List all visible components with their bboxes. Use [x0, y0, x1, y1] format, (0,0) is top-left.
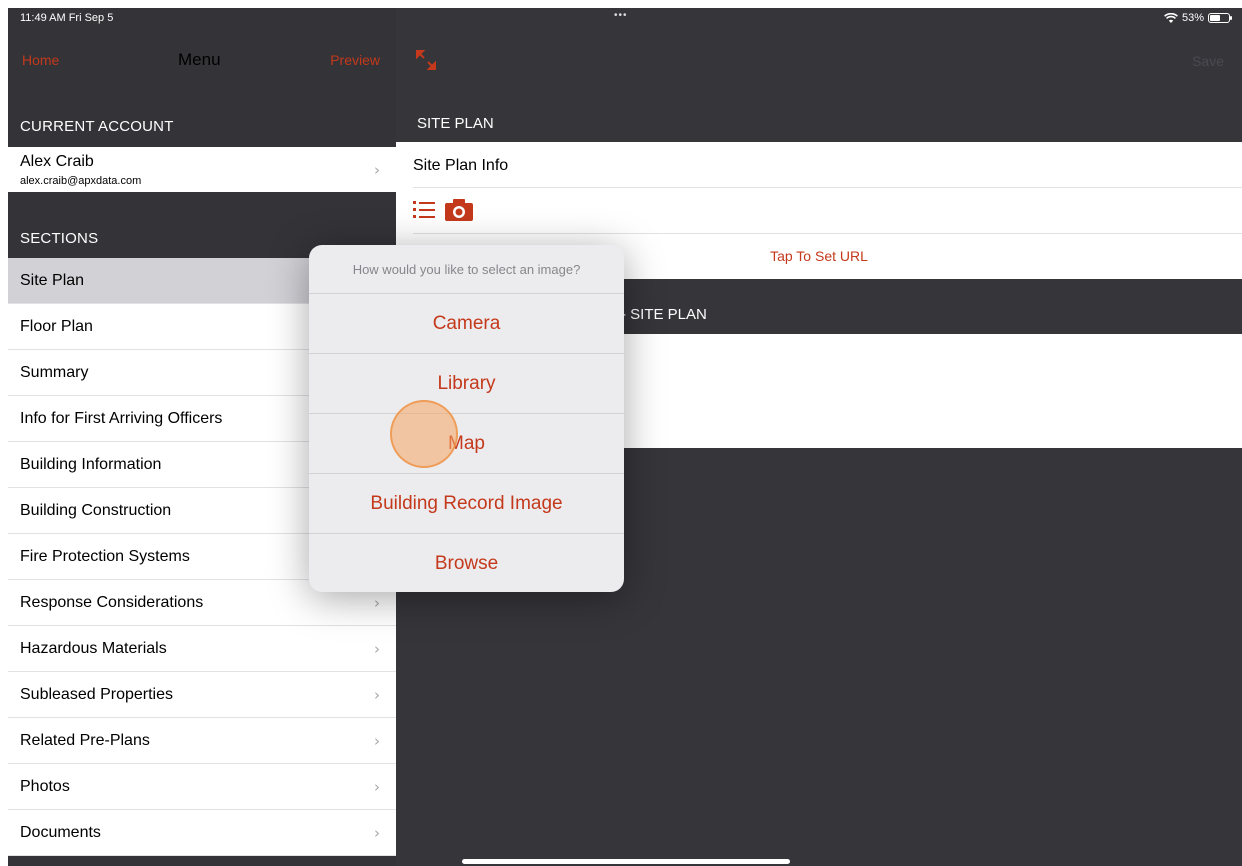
map-option[interactable]: Map	[309, 414, 624, 474]
section-item-label: Hazardous Materials	[20, 640, 167, 657]
touch-indicator	[390, 400, 458, 468]
section-item-label: Building Construction	[20, 502, 172, 519]
expand-icon[interactable]	[414, 48, 438, 72]
account-name: Alex Craib	[20, 153, 94, 170]
section-item-label: Response Considerations	[20, 594, 204, 611]
popover-title: How would you like to select an image?	[309, 245, 624, 294]
library-option[interactable]: Library	[309, 354, 624, 414]
multitasking-dots-icon[interactable]: •••	[614, 10, 628, 21]
save-button[interactable]: Save	[1192, 53, 1224, 69]
divider	[413, 233, 1242, 234]
chevron-right-icon: ›	[374, 161, 380, 179]
camera-option[interactable]: Camera	[309, 294, 624, 354]
chevron-right-icon: ›	[374, 594, 380, 612]
battery-icon	[1208, 13, 1232, 23]
battery-fill	[1210, 15, 1220, 21]
site-plan-info-label: Site Plan Info	[413, 157, 509, 174]
section-item-subleased-properties[interactable]: Subleased Properties ›	[8, 672, 396, 718]
camera-icon[interactable]	[444, 198, 474, 222]
section-item-hazardous-materials[interactable]: Hazardous Materials ›	[8, 626, 396, 672]
chevron-right-icon: ›	[374, 778, 380, 796]
section-item-label: Info for First Arriving Officers	[20, 410, 223, 427]
divider	[413, 187, 1242, 188]
section-item-label: Related Pre-Plans	[20, 732, 150, 749]
status-bar: 11:49 AM Fri Sep 5 ••• 53%	[8, 8, 1242, 28]
account-row[interactable]: Alex Craib alex.craib@apxdata.com ›	[8, 147, 396, 192]
preview-button[interactable]: Preview	[330, 52, 380, 68]
section-item-label: Photos	[20, 778, 70, 795]
wifi-icon	[1164, 12, 1178, 23]
section-item-documents[interactable]: Documents ›	[8, 810, 396, 856]
section-item-label: Fire Protection Systems	[20, 548, 190, 565]
site-plan-header: SITE PLAN	[417, 115, 494, 132]
status-right: 53%	[1164, 12, 1232, 24]
list-icon[interactable]	[413, 199, 435, 221]
section-item-related-pre-plans[interactable]: Related Pre-Plans ›	[8, 718, 396, 764]
chevron-right-icon: ›	[374, 686, 380, 704]
current-account-header: CURRENT ACCOUNT	[20, 118, 174, 135]
battery-percent: 53%	[1181, 12, 1204, 24]
sections-header: SECTIONS	[20, 230, 99, 247]
section-item-label: Building Information	[20, 456, 162, 473]
section-item-label: Summary	[20, 364, 89, 381]
home-button[interactable]: Home	[22, 52, 59, 68]
account-email: alex.craib@apxdata.com	[20, 175, 142, 187]
browse-option[interactable]: Browse	[309, 534, 624, 592]
menu-title: Menu	[178, 50, 221, 69]
section-item-label: Subleased Properties	[20, 686, 173, 703]
ipad-screen: Home Menu Preview CURRENT ACCOUNT Alex C…	[8, 8, 1242, 866]
section-item-photos[interactable]: Photos ›	[8, 764, 396, 810]
menu-nav-bar: Home Menu Preview	[8, 50, 396, 72]
section-item-label: Documents	[20, 824, 101, 841]
chevron-right-icon: ›	[374, 732, 380, 750]
chevron-right-icon: ›	[374, 640, 380, 658]
section-item-label: Site Plan	[20, 272, 85, 289]
home-indicator[interactable]	[462, 859, 790, 864]
section-item-label: Floor Plan	[20, 318, 93, 335]
chevron-right-icon: ›	[374, 824, 380, 842]
image-source-popover: How would you like to select an image? C…	[309, 245, 624, 592]
status-time: 11:49 AM Fri Sep 5	[20, 12, 114, 24]
building-record-image-option[interactable]: Building Record Image	[309, 474, 624, 534]
